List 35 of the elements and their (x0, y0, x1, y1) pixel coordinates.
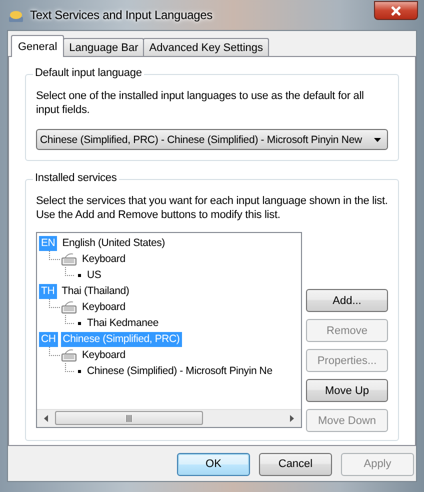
tree-item[interactable]: US (85, 268, 104, 282)
language-badge: TH (39, 284, 57, 298)
scrollbar-thumb[interactable] (55, 411, 203, 425)
scroll-right-icon[interactable] (288, 414, 296, 423)
bullet-icon (78, 322, 81, 324)
language-dropdown[interactable]: Chinese (Simplified, PRC) - Chinese (Simplified) - Microsoft Pinyin New (36, 129, 388, 150)
language-badge: CH (39, 332, 58, 346)
dropdown-arrow-icon (374, 138, 381, 142)
description-text: Select the services that you want for each input language shown in the list. Use the Add and Remove buttons to modify this list. (36, 194, 388, 222)
tree-item[interactable]: Keyboard (80, 300, 128, 314)
tree-item[interactable]: Thai Kedmanee (85, 316, 161, 330)
tree-item[interactable]: Keyboard (80, 252, 128, 266)
close-button[interactable] (374, 1, 418, 20)
tree-item[interactable]: Thai (Thailand) (60, 284, 132, 298)
group-label: Installed services (33, 172, 119, 184)
window-title: Text Services and Input Languages (30, 8, 213, 22)
language-badge: EN (39, 236, 58, 250)
dialog-button[interactable]: Cancel (259, 452, 332, 476)
dialog-button[interactable]: OK (177, 452, 250, 476)
description-text: Select one of the installed input languages to use as the default for all input fields. (36, 89, 365, 117)
tree-item[interactable]: English (United States) (60, 236, 167, 250)
service-button[interactable]: Add... (306, 289, 388, 312)
bullet-icon (78, 370, 81, 372)
tab[interactable]: General (11, 35, 64, 57)
grip-icon (126, 414, 132, 422)
horizontal-scrollbar[interactable] (37, 409, 301, 427)
close-icon (390, 4, 402, 16)
tab[interactable]: Language Bar (63, 38, 144, 56)
group-label: Default input language (33, 67, 144, 79)
tree-item[interactable]: Chinese (Simplified) - Microsoft Pinyin Ne (85, 364, 274, 378)
service-button[interactable]: Move Up (306, 379, 388, 402)
tab[interactable]: Advanced Key Settings (143, 38, 270, 56)
scroll-left-icon[interactable] (42, 414, 50, 423)
bullet-icon (78, 274, 81, 276)
tree-item[interactable]: Keyboard (80, 348, 128, 362)
